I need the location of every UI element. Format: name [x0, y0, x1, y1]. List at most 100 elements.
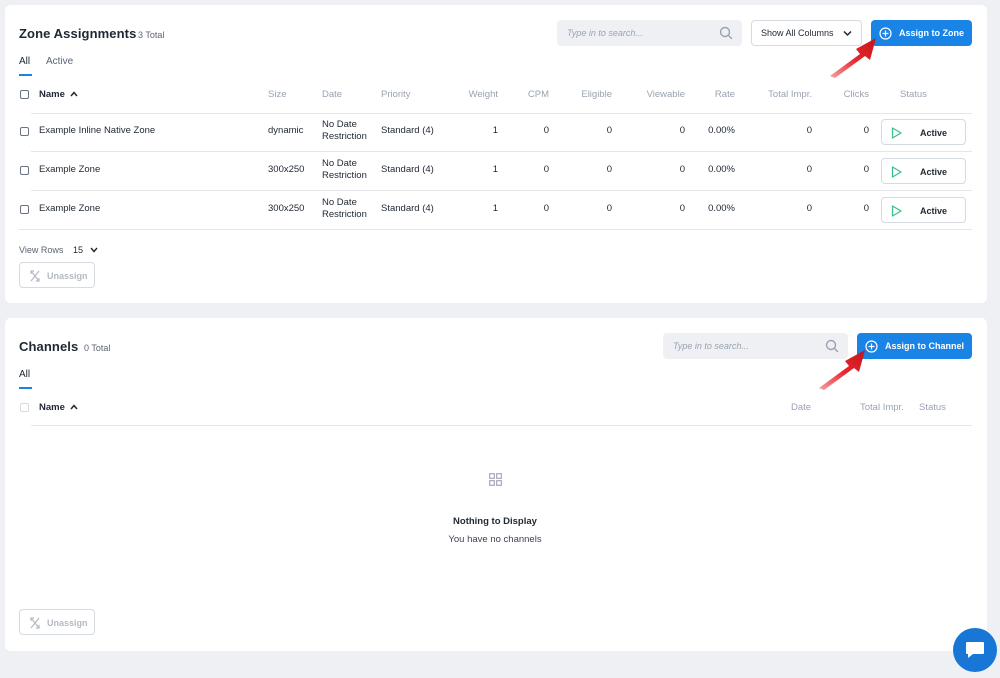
zone-assignments-title: Zone Assignments [19, 26, 137, 41]
zone-viewable: 0 [679, 125, 685, 136]
tab-active[interactable]: Active [46, 56, 73, 67]
zone-size: 300x250 [268, 203, 305, 214]
select-all-checkbox[interactable] [20, 403, 29, 412]
assign-to-zone-label: Assign to Zone [899, 28, 964, 38]
column-header-eligible[interactable]: Eligible [565, 89, 612, 100]
grid-icon [489, 473, 502, 486]
column-header-cpm[interactable]: CPM [505, 89, 549, 100]
column-header-viewable[interactable]: Viewable [625, 89, 685, 100]
zone-eligible: 0 [606, 164, 612, 175]
select-all-checkbox[interactable] [20, 90, 29, 99]
tab-all-underline [19, 387, 32, 389]
zone-size: dynamic [268, 125, 304, 136]
zone-cpm: 0 [543, 164, 549, 175]
header-divider [31, 425, 972, 426]
column-header-date[interactable]: Date [322, 89, 342, 100]
zone-priority: Standard (4) [381, 125, 434, 136]
unassign-button[interactable]: Unassign [19, 262, 95, 288]
tab-all-underline [19, 74, 32, 76]
annotation-arrow-icon [830, 38, 876, 78]
column-header-status[interactable]: Status [919, 402, 946, 413]
unassign-label: Unassign [47, 271, 88, 281]
zone-name[interactable]: Example Zone [39, 203, 100, 215]
row-checkbox[interactable] [20, 127, 29, 136]
row-divider [31, 190, 972, 191]
column-header-date[interactable]: Date [791, 402, 811, 413]
zone-viewable: 0 [679, 203, 685, 214]
zone-priority: Standard (4) [381, 203, 434, 214]
zone-cpm: 0 [543, 125, 549, 136]
column-header-total-impr[interactable]: Total Impr. [860, 402, 904, 413]
show-all-columns-label: Show All Columns [761, 28, 834, 38]
empty-state-title: Nothing to Display [453, 516, 537, 527]
zone-rate: 0.00% [708, 164, 735, 175]
tab-all[interactable]: All [19, 369, 30, 380]
view-rows-label: View Rows [19, 245, 64, 255]
zone-weight: 1 [492, 125, 498, 136]
channel-total-count: 0 Total [84, 343, 111, 353]
zone-clicks: 0 [863, 203, 869, 214]
column-header-name[interactable]: Name [39, 89, 78, 100]
column-header-total-impr[interactable]: Total Impr. [745, 89, 812, 100]
status-label: Active [920, 167, 948, 177]
column-header-rate[interactable]: Rate [695, 89, 735, 100]
zone-total-impr: 0 [806, 164, 812, 175]
unassign-icon [30, 617, 40, 629]
zone-viewable: 0 [679, 164, 685, 175]
header-divider [31, 113, 972, 114]
zone-name[interactable]: Example Inline Native Zone [39, 125, 155, 137]
unassign-icon [30, 270, 40, 282]
search-icon [719, 26, 733, 40]
zone-total-impr: 0 [806, 203, 812, 214]
row-checkbox[interactable] [20, 166, 29, 175]
zone-rate: 0.00% [708, 125, 735, 136]
status-label: Active [920, 128, 948, 138]
empty-state-subtitle: You have no channels [448, 534, 542, 545]
unassign-button[interactable]: Unassign [19, 609, 95, 635]
status-toggle-button[interactable]: Active [881, 119, 966, 145]
zone-total-count: 3 Total [138, 30, 165, 40]
status-label: Active [920, 206, 948, 216]
zone-rate: 0.00% [708, 203, 735, 214]
assign-to-channel-label: Assign to Channel [885, 341, 965, 351]
column-header-weight[interactable]: Weight [445, 89, 498, 100]
zone-priority: Standard (4) [381, 164, 434, 175]
column-header-clicks[interactable]: Clicks [820, 89, 869, 100]
chevron-up-icon [69, 404, 78, 410]
zone-clicks: 0 [863, 164, 869, 175]
assign-to-zone-button[interactable]: Assign to Zone [871, 20, 972, 46]
column-header-size[interactable]: Size [268, 89, 286, 100]
chat-icon [966, 642, 984, 658]
zone-date: No Date Restriction [322, 119, 367, 142]
play-icon [891, 166, 902, 178]
zone-clicks: 0 [863, 125, 869, 136]
zone-name[interactable]: Example Zone [39, 164, 100, 176]
tab-all[interactable]: All [19, 56, 30, 67]
zone-size: 300x250 [268, 164, 305, 175]
zone-weight: 1 [492, 203, 498, 214]
zone-cpm: 0 [543, 203, 549, 214]
column-header-name[interactable]: Name [39, 402, 78, 413]
annotation-arrow-icon [819, 350, 865, 390]
channel-search-placeholder: Type in to search... [673, 341, 749, 351]
zone-total-impr: 0 [806, 125, 812, 136]
zone-date: No Date Restriction [322, 197, 367, 220]
row-checkbox[interactable] [20, 205, 29, 214]
zone-search-input[interactable]: Type in to search... [557, 20, 742, 46]
channels-title: Channels [19, 339, 79, 354]
chat-launcher-button[interactable] [953, 628, 997, 672]
column-header-priority[interactable]: Priority [381, 89, 411, 100]
view-rows-select[interactable]: 15 [73, 244, 98, 256]
status-toggle-button[interactable]: Active [881, 197, 966, 223]
zone-eligible: 0 [606, 203, 612, 214]
zone-eligible: 0 [606, 125, 612, 136]
assign-to-channel-button[interactable]: Assign to Channel [857, 333, 972, 359]
status-toggle-button[interactable]: Active [881, 158, 966, 184]
chevron-up-icon [69, 91, 78, 97]
play-icon [891, 127, 902, 139]
chevron-down-icon [89, 247, 98, 253]
column-header-status[interactable]: Status [900, 89, 927, 100]
play-icon [891, 205, 902, 217]
row-divider [31, 151, 972, 152]
zone-weight: 1 [492, 164, 498, 175]
